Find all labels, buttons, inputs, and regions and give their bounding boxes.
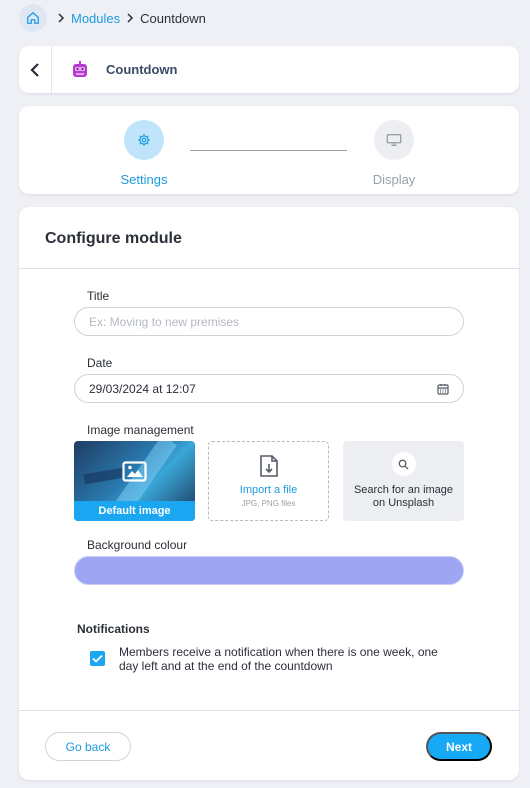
checkmark-icon [92,654,103,663]
divider [19,268,519,269]
module-title: Countdown [106,62,178,77]
home-button[interactable] [19,4,47,32]
back-button[interactable] [19,46,52,93]
breadcrumb-modules-link[interactable]: Modules [71,11,120,26]
import-file-hint: JPG, PNG files [241,499,296,508]
title-label: Title [87,289,110,303]
step-settings[interactable]: Settings [99,120,189,187]
step-display-label: Display [372,172,416,187]
image-icon [122,461,147,482]
stepper: Settings Display [19,106,519,194]
notifications-title: Notifications [77,622,150,636]
step-connector [190,150,347,151]
unsplash-search-label: Search for an image on Unsplash [353,484,454,509]
date-input[interactable]: 29/03/2024 at 12:07 [74,374,464,403]
import-file-option[interactable]: Import a file JPG, PNG files [208,441,329,521]
search-icon [391,452,416,476]
title-input[interactable] [74,307,464,336]
step-display[interactable]: Display [349,120,439,187]
image-management-label: Image management [87,423,194,437]
monitor-icon [386,133,402,147]
notifications-description: Members receive a notification when ther… [119,645,438,673]
step-display-circle [374,120,414,160]
panel-title: Configure module [45,230,182,247]
configure-module-panel: Configure module Title Date 29/03/2024 a… [19,207,519,780]
date-value: 29/03/2024 at 12:07 [89,381,196,396]
step-settings-circle [124,120,164,160]
chevron-right-icon [126,13,134,23]
divider [19,710,519,711]
unsplash-search-option[interactable]: Search for an image on Unsplash [343,441,464,521]
image-decoration [83,467,125,485]
countdown-robot-icon [70,60,90,80]
default-image-label: Default image [74,501,195,521]
chevron-left-icon [30,62,40,77]
import-file-label: Import a file [239,484,298,496]
file-download-icon [259,454,279,478]
step-settings-label: Settings [120,172,168,187]
calendar-icon[interactable] [437,383,449,395]
module-header: Countdown [19,46,519,93]
next-button[interactable]: Next [426,732,492,761]
date-label: Date [87,356,113,370]
breadcrumb-current: Countdown [140,10,206,26]
home-icon [26,11,40,25]
chevron-right-icon [57,13,65,23]
default-image-option[interactable]: Default image [74,441,195,521]
go-back-button[interactable]: Go back [45,732,131,761]
notifications-checkbox[interactable] [90,651,105,666]
background-colour-picker[interactable] [74,556,464,585]
background-colour-label: Background colour [87,538,188,552]
gear-icon [137,133,151,147]
breadcrumb: Modules Countdown [19,4,206,32]
